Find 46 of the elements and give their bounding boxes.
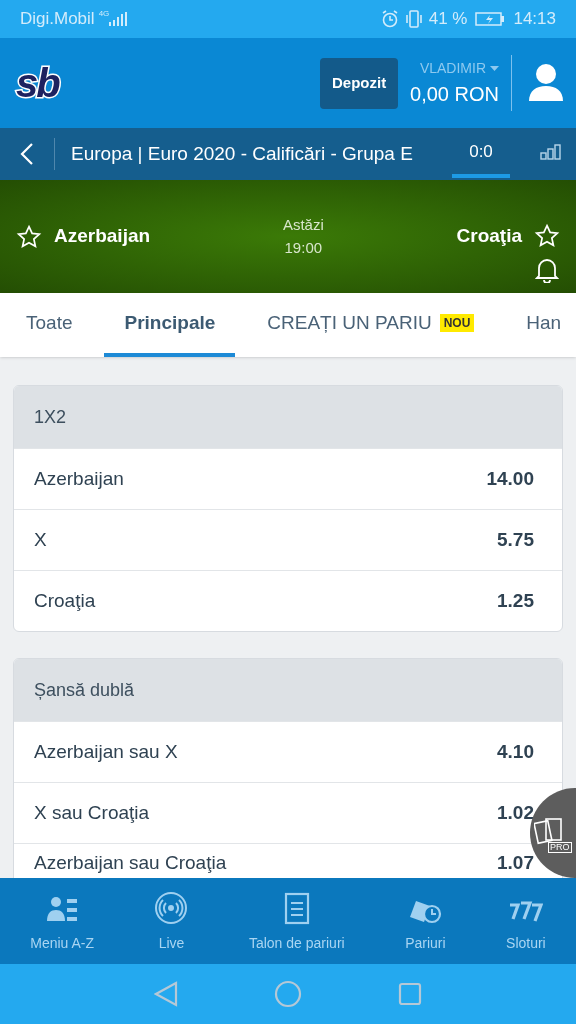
market-tab[interactable]: Han (506, 293, 576, 357)
signal-icon (109, 12, 128, 26)
odds-value: 4.10 (497, 739, 534, 764)
market-title: 1X2 (34, 405, 67, 429)
star-icon[interactable] (534, 222, 560, 249)
market-title: Șansă dublă (34, 678, 135, 702)
bell-icon[interactable] (535, 256, 559, 283)
outcome-label: Azerbaijan sau Croaţia (34, 851, 228, 875)
notepad-icon (282, 890, 311, 925)
battery-percent: 41 % (428, 8, 468, 31)
deposit-button[interactable]: Depozit (320, 57, 399, 109)
outcome-label: Azerbaijan sau X (34, 739, 179, 764)
odds-value: 1.25 (497, 588, 534, 613)
balance: 0,00 RON (410, 81, 499, 107)
odds-value: 5.75 (497, 527, 534, 552)
odds-row[interactable]: Croaţia 1.25 (14, 570, 562, 631)
alarm-icon (380, 10, 399, 28)
logo[interactable]: sb (16, 63, 59, 103)
competition-title: Europa | Euro 2020 - Calificări - Grupa E (71, 141, 413, 166)
market-tab[interactable]: Toate (6, 293, 93, 357)
outcome-label: X (34, 527, 48, 552)
market-tab[interactable]: Principale (104, 293, 236, 357)
bar-chart-icon (540, 144, 562, 160)
market-tab[interactable]: CREAȚI UN PARIU NOU (247, 293, 495, 357)
away-team: Croaţia (456, 224, 522, 249)
odds-row[interactable]: X 5.75 (14, 509, 562, 570)
match-time: 19:00 (284, 237, 323, 258)
outcome-label: X sau Croaţia (34, 800, 151, 825)
new-badge: NOU (439, 314, 475, 332)
clock: 14:13 (513, 8, 556, 31)
odds-row[interactable]: Azerbaijan 14.00 (14, 448, 562, 509)
odds-value: 14.00 (486, 466, 534, 491)
odds-row[interactable]: Azerbaijan sau X 4.10 (14, 721, 562, 782)
star-icon[interactable] (16, 223, 42, 250)
broadcast-icon (154, 890, 189, 925)
network-type: 4G (98, 8, 110, 20)
caret-icon (490, 65, 499, 71)
pro-badge: PRO (548, 842, 572, 853)
outcome-label: Croaţia (34, 588, 97, 613)
outcome-label: Azerbaijan (34, 466, 125, 491)
back-icon[interactable] (20, 142, 34, 166)
carrier-name: Digi.Mobil (20, 8, 95, 31)
battery-icon (475, 12, 506, 26)
match-day: Astăzi (282, 214, 324, 237)
user-icon[interactable] (528, 63, 564, 103)
home-team: Azerbaijan (54, 224, 151, 249)
